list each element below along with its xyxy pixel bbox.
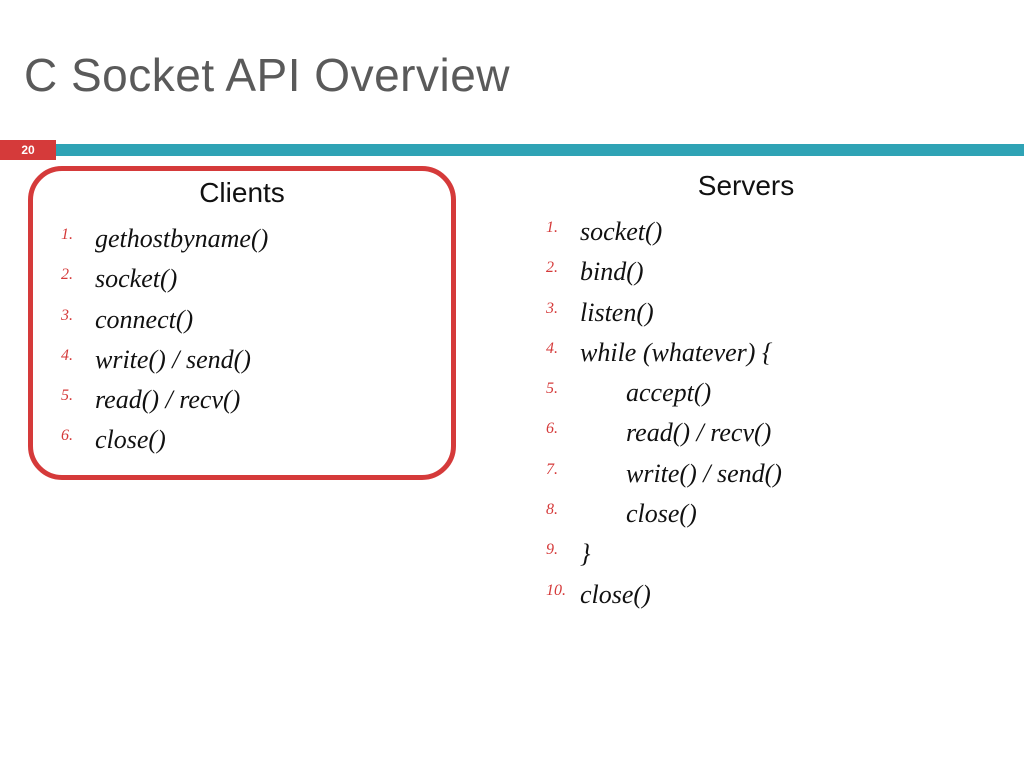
slide-number-badge: 20 [0,140,56,160]
list-item: 1.socket() [580,212,946,252]
item-number: 3. [546,297,558,322]
clients-column: Clients 1.gethostbyname() 2.socket() 3.c… [56,170,456,615]
list-item: 3.listen() [580,293,946,333]
item-number: 5. [61,384,73,409]
item-number: 10. [546,579,566,604]
list-item: 2.socket() [95,259,423,299]
list-item: 3.connect() [95,300,423,340]
item-number: 1. [546,216,558,241]
item-number: 2. [546,256,558,281]
item-text: read() / recv() [626,418,771,447]
list-item: 8.close() [580,494,946,534]
item-number: 6. [61,424,73,449]
item-text: socket() [580,217,662,246]
accent-bar: 20 [0,140,1024,160]
item-text: gethostbyname() [95,224,268,253]
item-text: write() / send() [95,345,251,374]
slide: C Socket API Overview 20 Clients 1.getho… [0,0,1024,768]
item-text: accept() [626,378,711,407]
slide-title: C Socket API Overview [24,48,510,102]
list-item: 4.while (whatever) { [580,333,946,373]
item-number: 7. [546,458,558,483]
list-item: 4.write() / send() [95,340,423,380]
item-text: while (whatever) { [580,338,772,367]
item-number: 4. [61,344,73,369]
item-text: bind() [580,257,644,286]
item-number: 8. [546,498,558,523]
item-text: close() [580,580,651,609]
item-number: 1. [61,223,73,248]
list-item: 1.gethostbyname() [95,219,423,259]
item-text: connect() [95,305,193,334]
item-number: 6. [546,417,558,442]
item-number: 9. [546,538,558,563]
list-item: 7.write() / send() [580,454,946,494]
list-item: 6.close() [95,420,423,460]
list-item: 2.bind() [580,252,946,292]
clients-highlight-box: Clients 1.gethostbyname() 2.socket() 3.c… [28,166,456,480]
content-area: Clients 1.gethostbyname() 2.socket() 3.c… [56,170,964,615]
item-text: close() [626,499,697,528]
item-text: close() [95,425,166,454]
list-item: 6.read() / recv() [580,413,946,453]
list-item: 5.read() / recv() [95,380,423,420]
item-number: 5. [546,377,558,402]
servers-heading: Servers [546,170,946,202]
item-number: 2. [61,263,73,288]
item-text: } [580,539,590,568]
servers-column: Servers 1.socket() 2.bind() 3.listen() 4… [546,170,946,615]
item-number: 4. [546,337,558,362]
clients-list: 1.gethostbyname() 2.socket() 3.connect()… [61,219,423,461]
servers-list: 1.socket() 2.bind() 3.listen() 4.while (… [546,212,946,615]
list-item: 5.accept() [580,373,946,413]
item-text: socket() [95,264,177,293]
list-item: 9.} [580,534,946,574]
item-number: 3. [61,304,73,329]
accent-stripe [56,144,1024,156]
list-item: 10.close() [580,575,946,615]
item-text: write() / send() [626,459,782,488]
item-text: read() / recv() [95,385,240,414]
clients-heading: Clients [61,177,423,209]
item-text: listen() [580,298,654,327]
